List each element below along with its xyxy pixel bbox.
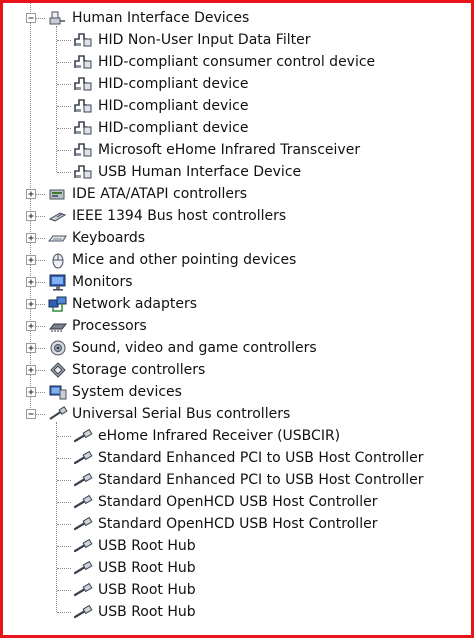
device-manager-tree-panel: Human Interface Devices HID Non-User Inpu… (0, 0, 474, 638)
tree-device-row[interactable]: HID-compliant device (3, 117, 471, 139)
tree-item-label: Universal Serial Bus controllers (72, 406, 291, 422)
tree-item-label: Keyboards (72, 230, 146, 246)
tree-device-row[interactable]: Standard OpenHCD USB Host Controller (3, 491, 471, 513)
tree-item-label: HID-compliant consumer control device (98, 54, 376, 70)
tree-category-row[interactable]: Network adapters (3, 293, 471, 315)
tree-item-label: Monitors (72, 274, 133, 290)
tree-category-row[interactable]: System devices (3, 381, 471, 403)
tree-category-row[interactable]: Human Interface Devices (3, 7, 471, 29)
tree-device-row[interactable]: eHome Infrared Receiver (USBCIR) (3, 425, 471, 447)
tree-item-label: IDE ATA/ATAPI controllers (72, 186, 248, 202)
tree-item-label: eHome Infrared Receiver (USBCIR) (98, 428, 341, 444)
tree-category-row[interactable]: Keyboards (3, 227, 471, 249)
tree-device-row[interactable]: HID-compliant device (3, 73, 471, 95)
tree-item-label: Microsoft eHome Infrared Transceiver (98, 142, 361, 158)
tree-category-row[interactable]: IDE ATA/ATAPI controllers (3, 183, 471, 205)
tree-device-row[interactable]: Microsoft eHome Infrared Transceiver (3, 139, 471, 161)
tree-item-label: USB Root Hub (98, 538, 196, 554)
tree-item-label: Standard Enhanced PCI to USB Host Contro… (98, 472, 424, 488)
tree-item-label: USB Human Interface Device (98, 164, 302, 180)
tree-item-label: IEEE 1394 Bus host controllers (72, 208, 287, 224)
tree-item-label: Network adapters (72, 296, 197, 312)
tree-item-label: Standard OpenHCD USB Host Controller (98, 494, 378, 510)
tree-item-label: Mice and other pointing devices (72, 252, 297, 268)
tree-item-label: HID-compliant device (98, 98, 249, 114)
tree-device-row[interactable]: USB Root Hub (3, 535, 471, 557)
tree-item-label: Sound, video and game controllers (72, 340, 317, 356)
tree-category-row[interactable]: Monitors (3, 271, 471, 293)
tree-category-row[interactable]: Universal Serial Bus controllers (3, 403, 471, 425)
tree-device-row[interactable]: HID Non-User Input Data Filter (3, 29, 471, 51)
tree-device-row[interactable]: Standard OpenHCD USB Host Controller (3, 513, 471, 535)
tree-item-label: USB Root Hub (98, 582, 196, 598)
tree-item-label: System devices (72, 384, 182, 400)
tree-item-label: Processors (72, 318, 147, 334)
tree-device-row[interactable]: HID-compliant device (3, 95, 471, 117)
tree-category-row[interactable]: Mice and other pointing devices (3, 249, 471, 271)
tree-item-label: Standard OpenHCD USB Host Controller (98, 516, 378, 532)
tree-item-label: USB Root Hub (98, 604, 196, 620)
tree-category-row[interactable]: Processors (3, 315, 471, 337)
tree-device-row[interactable]: HID-compliant consumer control device (3, 51, 471, 73)
tree-device-row[interactable]: USB Human Interface Device (3, 161, 471, 183)
tree-category-row[interactable]: Sound, video and game controllers (3, 337, 471, 359)
tree-item-label: HID-compliant device (98, 76, 249, 92)
tree-category-row[interactable]: Storage controllers (3, 359, 471, 381)
tree-device-row[interactable]: USB Root Hub (3, 557, 471, 579)
tree-device-row[interactable]: USB Root Hub (3, 601, 471, 623)
tree-device-row[interactable]: Standard Enhanced PCI to USB Host Contro… (3, 469, 471, 491)
tree-device-row[interactable]: USB Root Hub (3, 579, 471, 601)
tree-item-label: USB Root Hub (98, 560, 196, 576)
tree-item-label: HID-compliant device (98, 120, 249, 136)
device-tree: Human Interface Devices HID Non-User Inpu… (3, 3, 471, 635)
tree-category-row[interactable]: IEEE 1394 Bus host controllers (3, 205, 471, 227)
tree-item-label: Storage controllers (72, 362, 206, 378)
tree-item-label: HID Non-User Input Data Filter (98, 32, 311, 48)
tree-device-row[interactable]: Standard Enhanced PCI to USB Host Contro… (3, 447, 471, 469)
tree-item-label: Human Interface Devices (72, 10, 250, 26)
tree-item-label: Standard Enhanced PCI to USB Host Contro… (98, 450, 424, 466)
